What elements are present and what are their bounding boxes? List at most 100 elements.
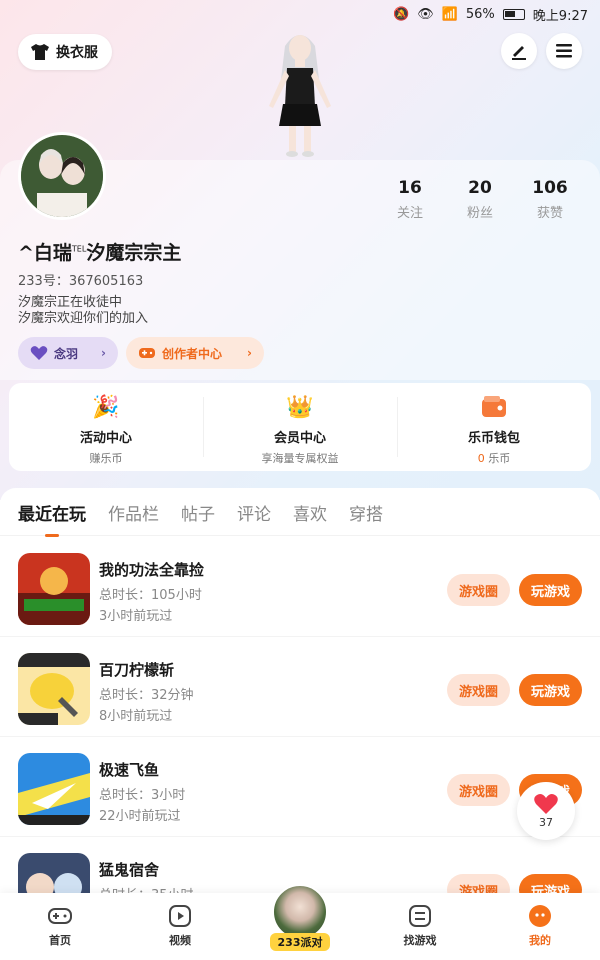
party-label[interactable]: 233派对 xyxy=(270,933,330,951)
game-last-played: 22小时前玩过 xyxy=(99,809,181,824)
tab-recently-played[interactable]: 最近在玩 xyxy=(18,500,86,537)
play-game-button[interactable]: 玩游戏 xyxy=(519,574,582,606)
game-last-played: 8小时前玩过 xyxy=(99,709,173,724)
uid-label: 233号： xyxy=(18,274,69,289)
heart-badge-icon xyxy=(30,346,48,360)
stat-likes[interactable]: 106 获赞 xyxy=(520,178,580,221)
battery-percent: 56% xyxy=(465,6,495,22)
nickname-suffix: 汐魔宗宗主 xyxy=(86,242,182,264)
nickname-tel: TEL xyxy=(71,244,87,254)
tab-likes[interactable]: 喜欢 xyxy=(293,500,327,525)
user-bio: 汐魔宗正在收徒中 汐魔宗欢迎你们的加入 xyxy=(18,295,148,327)
game-row[interactable]: 百刀柠檬斩 总时长：32分钟 8小时前玩过 游戏圈 玩游戏 xyxy=(0,637,600,737)
profile-stats: 16 关注 20 粉丝 106 获赞 xyxy=(380,178,580,221)
nickname-prefix: ^白瑞 xyxy=(18,242,72,264)
bio-line: 汐魔宗欢迎你们的加入 xyxy=(18,311,149,326)
activity-center-card[interactable]: 🎉 活动中心 赚乐币 xyxy=(9,383,203,471)
recent-games-list: 我的功法全靠捡 总时长：105小时 3小时前玩过 游戏圈 玩游戏 百刀柠檬斩 总… xyxy=(0,537,600,937)
clock: 晚上9:27 xyxy=(532,8,588,24)
stat-label: 关注 xyxy=(396,206,423,221)
card-subtitle: 0 乐币 xyxy=(478,450,511,466)
game-duration: 总时长：32分钟 xyxy=(99,688,194,703)
card-title: 会员中心 xyxy=(273,431,326,446)
gamepad-icon xyxy=(139,348,155,358)
battery-icon xyxy=(502,8,525,20)
member-center-card[interactable]: 👑 会员中心 享海量专属权益 xyxy=(203,383,397,471)
nav-home[interactable]: 首页 xyxy=(0,893,120,960)
tab-works[interactable]: 作品栏 xyxy=(108,500,159,525)
play-game-button[interactable]: 玩游戏 xyxy=(519,674,582,706)
heart-icon xyxy=(534,794,558,814)
nav-video[interactable]: 视频 xyxy=(120,893,240,960)
fan-group-tag[interactable]: 念羽 › xyxy=(18,337,118,369)
bio-line: 汐魔宗正在收徒中 xyxy=(18,295,123,310)
status-bar: 🔕 👁 📶 56% 晚上9:27 xyxy=(0,0,600,28)
floating-like-button[interactable]: 37 xyxy=(517,782,575,840)
party-popper-icon: 🎉 xyxy=(92,394,120,420)
game-last-played: 3小时前玩过 xyxy=(99,609,173,624)
like-count: 37 xyxy=(539,816,553,829)
card-subtitle: 享海量专属权益 xyxy=(261,452,339,465)
user-avatar[interactable] xyxy=(18,132,106,220)
nav-label: 我的 xyxy=(529,934,551,947)
game-name: 猛鬼宿舍 xyxy=(99,861,160,879)
menu-icon xyxy=(556,44,572,58)
nav-label: 视频 xyxy=(169,934,191,947)
chevron-right-icon: › xyxy=(247,346,252,360)
change-outfit-button[interactable]: 换衣服 xyxy=(18,34,112,70)
stat-value: 20 xyxy=(468,178,492,198)
wifi-icon: 📶 xyxy=(441,6,458,22)
eye-icon: 👁 xyxy=(417,6,434,22)
content-tabs: 最近在玩 作品栏 帖子 评论 喜欢 穿搭 xyxy=(0,488,600,537)
game-icon[interactable] xyxy=(18,753,90,825)
card-subtitle: 赚乐币 xyxy=(89,452,123,465)
game-circle-button[interactable]: 游戏圈 xyxy=(447,574,510,606)
game-circle-button[interactable]: 游戏圈 xyxy=(447,774,510,806)
stat-value: 16 xyxy=(398,178,422,198)
nav-label: 首页 xyxy=(49,934,71,947)
avatar-character-image[interactable] xyxy=(255,26,345,160)
play-circle-icon xyxy=(167,903,193,929)
stat-label: 获赞 xyxy=(536,206,563,221)
uid-value: 367605163 xyxy=(68,274,144,289)
game-duration: 总时长：3小时 xyxy=(99,788,186,803)
creator-center-tag[interactable]: 创作者中心 › xyxy=(126,337,264,369)
avatar-photo xyxy=(21,135,103,217)
tab-comments[interactable]: 评论 xyxy=(237,500,271,525)
game-circle-button[interactable]: 游戏圈 xyxy=(447,674,510,706)
change-outfit-label: 换衣服 xyxy=(56,45,98,61)
menu-button[interactable] xyxy=(546,33,582,69)
nav-label: 找游戏 xyxy=(403,934,437,947)
game-name: 我的功法全靠捡 xyxy=(99,561,205,579)
list-icon xyxy=(407,903,433,929)
stat-followers[interactable]: 20 粉丝 xyxy=(450,178,510,221)
crown-icon: 👑 xyxy=(286,394,314,420)
stat-following[interactable]: 16 关注 xyxy=(380,178,440,221)
tab-posts[interactable]: 帖子 xyxy=(181,500,215,525)
edit-profile-button[interactable] xyxy=(501,33,537,69)
face-icon xyxy=(527,903,553,929)
party-avatar[interactable] xyxy=(272,884,328,940)
game-icon[interactable] xyxy=(18,553,90,625)
user-nickname: ^白瑞TEL汐魔宗宗主 xyxy=(18,238,181,265)
coin-balance: 0 xyxy=(477,452,485,465)
coin-wallet-card[interactable]: 乐币钱包 0 乐币 xyxy=(397,383,591,471)
game-row[interactable]: 我的功法全靠捡 总时长：105小时 3小时前玩过 游戏圈 玩游戏 xyxy=(0,537,600,637)
feature-cards: 🎉 活动中心 赚乐币 👑 会员中心 享海量专属权益 乐币钱包 0 乐币 xyxy=(9,383,591,471)
gamepad-icon xyxy=(47,903,73,929)
stat-value: 106 xyxy=(532,178,568,198)
card-title: 乐币钱包 xyxy=(467,431,520,446)
nav-find-games[interactable]: 找游戏 xyxy=(360,893,480,960)
stat-label: 粉丝 xyxy=(466,206,493,221)
user-id[interactable]: 233号：367605163 xyxy=(18,270,143,289)
game-row[interactable]: 极速飞鱼 总时长：3小时 22小时前玩过 游戏圈 玩游戏 xyxy=(0,737,600,837)
coin-unit: 乐币 xyxy=(484,452,511,465)
tab-outfits[interactable]: 穿搭 xyxy=(349,500,383,525)
game-icon[interactable] xyxy=(18,653,90,725)
mute-icon: 🔕 xyxy=(393,6,410,22)
game-duration: 总时长：105小时 xyxy=(99,588,202,603)
pen-icon xyxy=(512,46,526,60)
fan-group-label: 念羽 xyxy=(54,346,79,361)
nav-me[interactable]: 我的 xyxy=(480,893,600,960)
chevron-right-icon: › xyxy=(101,346,106,360)
